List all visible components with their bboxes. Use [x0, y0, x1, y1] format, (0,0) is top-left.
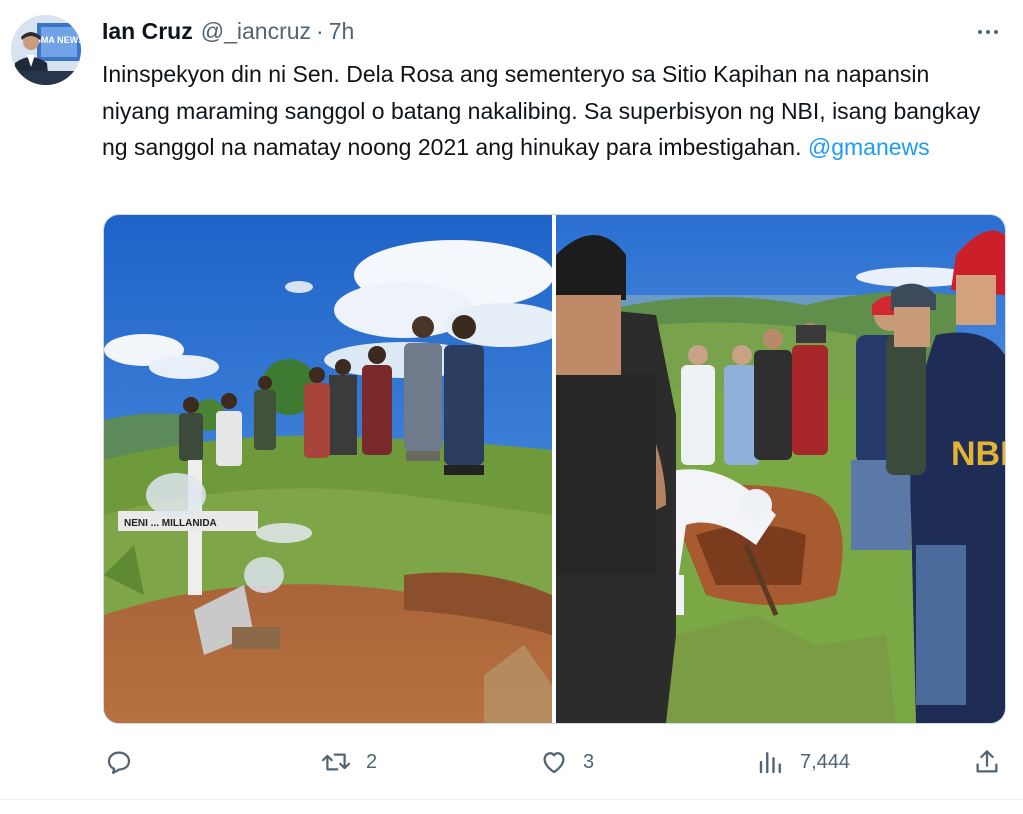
view-count: 7,444 — [800, 750, 851, 773]
bottom-divider — [0, 799, 1023, 800]
more-options-button[interactable] — [970, 20, 1006, 44]
retweet-button[interactable]: 2 — [320, 742, 377, 782]
exhumation-photo: NBI — [556, 215, 1005, 723]
tweet-actions: 2 3 7,444 — [0, 742, 1023, 782]
reply-icon — [107, 751, 131, 774]
more-icon — [978, 30, 998, 34]
share-icon — [976, 750, 998, 773]
header-separator: · — [316, 18, 324, 44]
avatar[interactable]: GMA NEWS — [11, 15, 81, 85]
avatar-image: GMA NEWS — [11, 15, 81, 85]
grave-cross-text: NENI ... MILLANIDA — [124, 518, 217, 529]
views-button[interactable]: 7,444 — [756, 742, 850, 782]
author-display-name[interactable]: Ian Cruz — [102, 18, 193, 45]
mention-link[interactable]: @gmanews — [808, 134, 930, 160]
retweet-icon — [321, 753, 351, 771]
tweet-timestamp[interactable]: 7h — [329, 18, 355, 45]
cemetery-photo: NENI ... MILLANIDA — [104, 215, 552, 723]
retweet-count: 2 — [366, 750, 378, 773]
photo-2[interactable]: NBI — [556, 215, 1005, 723]
author-handle[interactable]: @_iancruz — [201, 18, 311, 45]
photo-1[interactable]: NENI ... MILLANIDA — [104, 215, 552, 723]
like-count: 3 — [583, 750, 595, 773]
like-button[interactable]: 3 — [539, 742, 594, 782]
nbi-vest-text: NBI — [951, 435, 1005, 473]
views-icon — [759, 752, 781, 774]
avatar-badge-text: GMA NEWS — [34, 35, 81, 45]
tweet-header: Ian Cruz @_iancruz · 7h — [102, 18, 354, 48]
tweet-text: Ininspekyon din ni Sen. Dela Rosa ang se… — [102, 56, 992, 166]
share-button[interactable] — [972, 742, 1002, 782]
media-grid: NENI ... MILLANIDA NBI — [103, 214, 1006, 724]
like-icon — [543, 752, 565, 774]
reply-button[interactable] — [104, 742, 148, 782]
